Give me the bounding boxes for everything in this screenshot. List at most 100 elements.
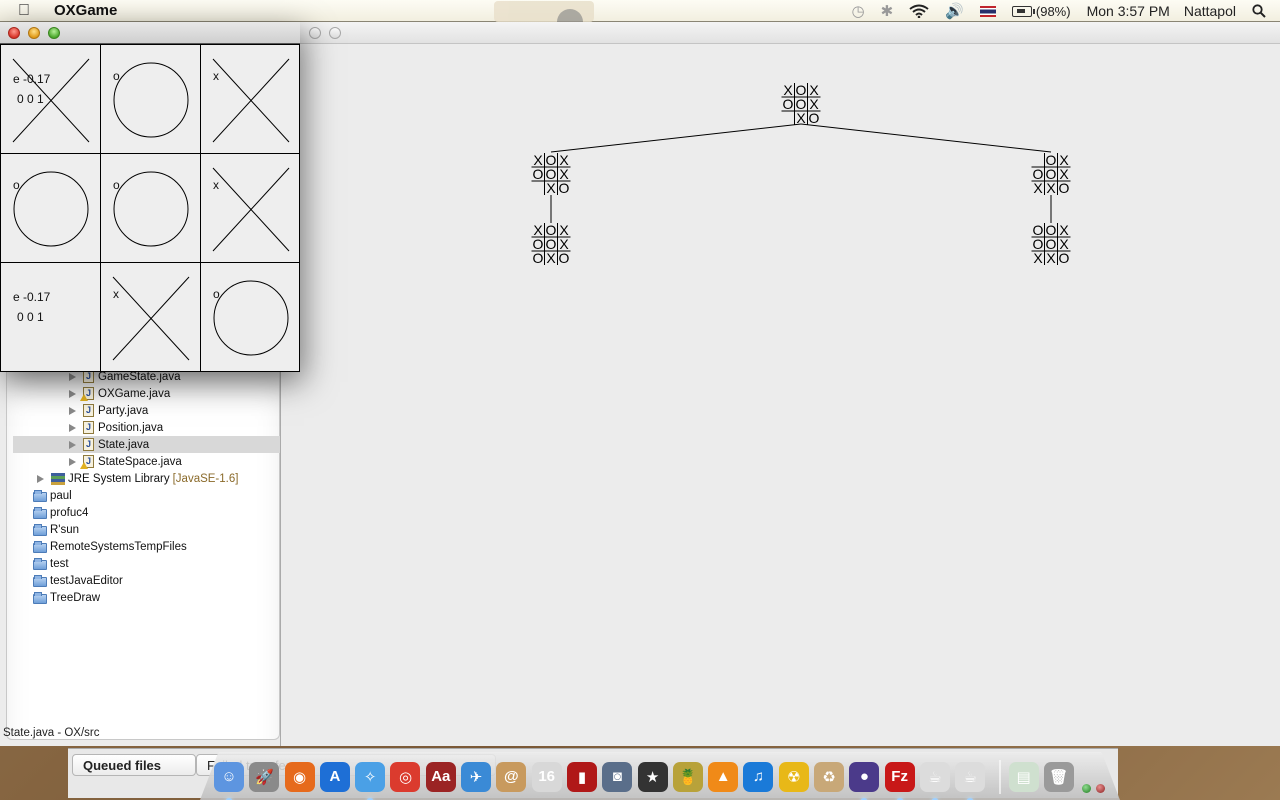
- library-version: [JavaSE-1.6]: [172, 472, 239, 485]
- project-name: test: [50, 557, 69, 570]
- clock[interactable]: Mon 3:57 PM: [1087, 3, 1170, 19]
- battery-icon: [1011, 5, 1035, 17]
- file-name: Position.java: [98, 421, 164, 434]
- board-cell[interactable]: e -0.17 0 0 1: [0, 44, 101, 154]
- chrome-icon[interactable]: ◎: [390, 761, 421, 792]
- volume-icon[interactable]: 🔊: [945, 2, 964, 20]
- tree-item-project[interactable]: test: [13, 555, 281, 572]
- o-mark-icon: [113, 62, 189, 138]
- apple-icon[interactable]: : [18, 2, 40, 20]
- tree-cell-mark: O: [559, 180, 570, 196]
- filezilla-icon[interactable]: Fz: [884, 761, 915, 800]
- java-app-1-icon[interactable]: ☕: [919, 761, 950, 800]
- wifi-icon[interactable]: [909, 4, 929, 18]
- ical-icon[interactable]: 16: [531, 761, 562, 792]
- mark-label: o: [113, 69, 120, 83]
- board-cell[interactable]: x: [100, 262, 201, 372]
- board-cell[interactable]: o: [200, 262, 300, 372]
- dictionary-icon[interactable]: Aa: [425, 761, 456, 792]
- firefox-icon[interactable]: ◉: [284, 761, 315, 792]
- library-name: JRE System Library: [68, 472, 170, 485]
- expand-triangle-icon[interactable]: [69, 389, 77, 398]
- folder-icon: [33, 591, 47, 604]
- tab-queued-files[interactable]: Queued files: [72, 754, 196, 776]
- package-explorer[interactable]: J GameState.java J OXGame.java J Party.java J P…: [6, 362, 281, 740]
- itunes-icon[interactable]: ♫: [743, 761, 774, 792]
- tree-item-project[interactable]: TreeDraw: [13, 589, 281, 606]
- mark-label: o: [113, 178, 120, 192]
- cocktail-icon[interactable]: 🍍: [672, 761, 703, 792]
- file-name: Party.java: [98, 404, 149, 417]
- tree-cell-mark: O: [1059, 250, 1070, 266]
- iphoto-icon[interactable]: ◙: [602, 761, 633, 792]
- tree-item-library[interactable]: JRE System Library [JavaSE-1.6]: [13, 470, 281, 487]
- project-name: testJavaEditor: [50, 574, 123, 587]
- tree-grandchild-node: X O XO O XO X O: [531, 222, 571, 266]
- expand-triangle-icon[interactable]: [69, 372, 77, 381]
- thai-flag-input-icon[interactable]: [979, 5, 996, 17]
- tree-item-project[interactable]: paul: [13, 487, 281, 504]
- o-mark-icon: [13, 171, 89, 247]
- tree-item-project[interactable]: profuc4: [13, 504, 281, 521]
- vlc-icon[interactable]: ▲: [708, 761, 739, 792]
- zoom-button[interactable]: [48, 27, 60, 39]
- tree-cell-mark: X: [1033, 250, 1043, 266]
- battery-status[interactable]: (98%): [1011, 4, 1071, 19]
- evaluation-label: e -0.17 0 0 1: [13, 72, 51, 106]
- file-name: GameState.java: [98, 370, 181, 383]
- expand-triangle-icon[interactable]: [69, 457, 77, 466]
- java-app-2-icon[interactable]: ☕: [955, 761, 986, 800]
- minimize-button[interactable]: [28, 27, 40, 39]
- tree-cell-mark: X: [796, 110, 806, 126]
- title-bar[interactable]: [0, 22, 300, 44]
- file-name: State.java: [98, 438, 150, 451]
- imovie-icon[interactable]: ★: [637, 761, 668, 792]
- launchpad-icon[interactable]: 🚀: [249, 761, 280, 792]
- eclipse-icon[interactable]: ●: [849, 761, 880, 800]
- documents-stack-icon[interactable]: ▤: [1008, 761, 1039, 792]
- tree-item-file[interactable]: J Party.java: [13, 402, 281, 419]
- tree-cell-mark: O: [559, 250, 570, 266]
- expand-triangle-icon[interactable]: [69, 440, 77, 449]
- tree-child-node: X O XO O XX O: [531, 152, 571, 196]
- board-cell[interactable]: x: [200, 44, 300, 154]
- user-name[interactable]: Nattapol: [1184, 3, 1236, 19]
- bluetooth-icon[interactable]: ✱: [881, 2, 894, 20]
- board-cell[interactable]: o: [0, 153, 101, 263]
- expand-triangle-icon[interactable]: [69, 406, 77, 415]
- tree-item-file[interactable]: J StateSpace.java: [13, 453, 281, 470]
- status-menus: ◷ ✱ 🔊 (98%) Mon 3:57 PM Nattapol: [844, 0, 1280, 22]
- tree-item-file[interactable]: J OXGame.java: [13, 385, 281, 402]
- address-book-icon[interactable]: @: [496, 761, 527, 792]
- dock: ☺ 🚀 ◉ A ✧ ◎ Aa ✈ @16 ▮ ◙ ★ 🍍 ▲ ♫ ☢ ♻ ● Fz ☕ ☕ ▤ 🗑: [200, 752, 1120, 800]
- mail-icon[interactable]: ✈: [461, 761, 492, 792]
- tree-item-project[interactable]: RemoteSystemsTempFiles: [13, 538, 281, 555]
- board-cell[interactable]: x: [200, 153, 300, 263]
- o-mark-icon: [213, 280, 289, 356]
- red-status-icon: [1096, 784, 1105, 793]
- finder-icon[interactable]: ☺: [214, 761, 244, 800]
- tree-item-file[interactable]: J Position.java: [13, 419, 281, 436]
- board-cell[interactable]: o: [100, 44, 201, 154]
- photo-booth-icon[interactable]: ▮: [566, 761, 597, 792]
- app-menu[interactable]: OXGame: [54, 2, 117, 19]
- board-cell[interactable]: o: [100, 153, 201, 263]
- tree-item-project[interactable]: testJavaEditor: [13, 572, 281, 589]
- burn-icon[interactable]: ☢: [778, 761, 809, 792]
- safari-icon[interactable]: ✧: [355, 761, 386, 800]
- expand-triangle-icon[interactable]: [69, 423, 77, 432]
- app-store-icon[interactable]: A: [319, 761, 350, 792]
- archive-utility-icon[interactable]: ♻: [814, 761, 845, 792]
- time-machine-icon[interactable]: ◷: [852, 2, 865, 20]
- expand-triangle-icon[interactable]: [37, 474, 45, 483]
- close-button[interactable]: [8, 27, 20, 39]
- trash-icon[interactable]: 🗑: [1043, 761, 1074, 792]
- x-mark-icon: [212, 58, 290, 143]
- dock-separator: [998, 759, 1001, 794]
- tree-item-project[interactable]: R'sun: [13, 521, 281, 538]
- game-tree-canvas: X O XO O XX OX O XO O XX OX O XO O XO X OO XO O XX X OO O XO O XX…: [531, 82, 1071, 266]
- spotlight-icon[interactable]: [1252, 4, 1266, 18]
- tree-item-file[interactable]: J State.java: [13, 436, 281, 453]
- board-cell[interactable]: e -0.17 0 0 1: [0, 262, 101, 372]
- tree-cell-mark: O: [533, 250, 544, 266]
